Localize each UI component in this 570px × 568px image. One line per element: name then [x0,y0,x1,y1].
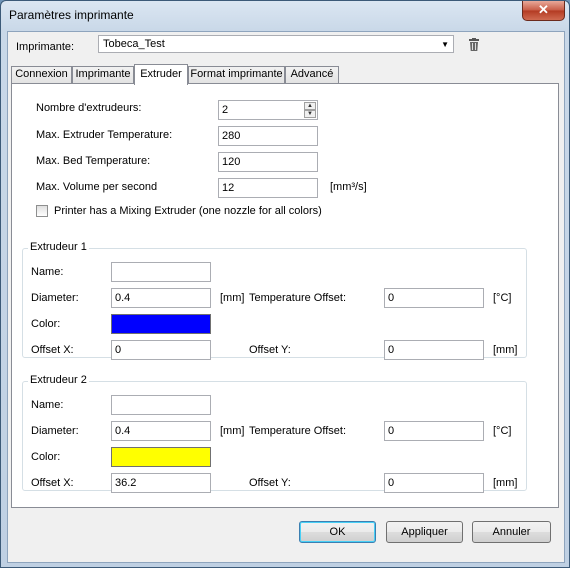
tab-imprimante[interactable]: Imprimante [72,66,134,83]
ok-button[interactable]: OK [299,521,376,543]
window-title: Paramètres imprimante [9,8,134,22]
extruder-1-color-swatch[interactable] [111,314,211,334]
extruder-1-offset-x-input[interactable]: 0 [111,340,211,360]
mixing-extruder-checkbox[interactable] [36,205,48,217]
extruder-2-title: Extrudeur 2 [28,374,89,386]
max-bed-temp-label: Max. Bed Temperature: [36,155,151,167]
extruder-1-diameter-label: Diameter: [31,292,79,304]
extruder-1-diameter-unit: [mm] [220,292,245,304]
extruder-2-offset-x-label: Offset X: [31,477,74,489]
max-extruder-temp-label: Max. Extruder Temperature: [36,129,173,141]
extruder-1-name-input[interactable] [111,262,211,282]
printer-label: Imprimante: [16,41,75,53]
max-volume-input[interactable]: 12 [218,178,318,198]
num-extruders-spinner[interactable]: 2 ▲ ▼ [218,100,318,120]
extruder-2-group: Extrudeur 2 Name: Diameter: 0.4 [mm] Tem… [22,374,527,493]
extruder-1-offset-unit: [mm] [493,344,518,356]
extruder-1-offset-x-label: Offset X: [31,344,74,356]
extruder-1-offset-y-label: Offset Y: [249,344,291,356]
extruder-2-color-swatch[interactable] [111,447,211,467]
extruder-tab-panel: Nombre d'extrudeurs: 2 ▲ ▼ Max. Extruder… [11,83,559,508]
printer-settings-window: Paramètres imprimante ✕ Imprimante: Tobe… [0,0,570,568]
apply-button[interactable]: Appliquer [386,521,463,543]
extruder-1-temp-offset-input[interactable]: 0 [384,288,484,308]
num-extruders-label: Nombre d'extrudeurs: [36,102,142,114]
tab-connexion[interactable]: Connexion [11,66,72,83]
extruder-2-temp-offset-input[interactable]: 0 [384,421,484,441]
extruder-1-offset-y-input[interactable]: 0 [384,340,484,360]
extruder-1-title: Extrudeur 1 [28,241,89,253]
dialog-client-area: Imprimante: Tobeca_Test ▼ Connexion Impr… [7,31,565,563]
extruder-2-diameter-label: Diameter: [31,425,79,437]
max-volume-unit: [mm³/s] [330,181,367,193]
printer-select-value: Tobeca_Test [103,38,165,50]
printer-select[interactable]: Tobeca_Test ▼ [98,35,454,53]
extruder-2-offset-y-label: Offset Y: [249,477,291,489]
tab-advance[interactable]: Advancé [285,66,339,83]
spin-up-icon[interactable]: ▲ [304,102,316,110]
cancel-button[interactable]: Annuler [472,521,551,543]
extruder-2-name-label: Name: [31,399,64,411]
extruder-2-temp-offset-unit: [°C] [493,425,512,437]
trash-icon[interactable] [468,38,480,52]
max-bed-temp-input[interactable]: 120 [218,152,318,172]
extruder-2-diameter-input[interactable]: 0.4 [111,421,211,441]
extruder-2-offset-unit: [mm] [493,477,518,489]
max-volume-label: Max. Volume per second [36,181,158,193]
tab-format-imprimante[interactable]: Format imprimante [188,66,285,83]
extruder-1-temp-offset-label: Temperature Offset: [249,292,347,304]
extruder-1-color-label: Color: [31,318,61,330]
extruder-2-color-label: Color: [31,451,61,463]
extruder-1-temp-offset-unit: [°C] [493,292,512,304]
extruder-2-diameter-unit: [mm] [220,425,245,437]
extruder-2-temp-offset-label: Temperature Offset: [249,425,347,437]
extruder-2-name-input[interactable] [111,395,211,415]
mixing-extruder-label[interactable]: Printer has a Mixing Extruder (one nozzl… [54,205,322,217]
max-extruder-temp-input[interactable]: 280 [218,126,318,146]
chevron-down-icon: ▼ [441,40,449,49]
extruder-2-offset-y-input[interactable]: 0 [384,473,484,493]
title-bar[interactable]: Paramètres imprimante ✕ [1,1,569,31]
extruder-2-offset-x-input[interactable]: 36.2 [111,473,211,493]
extruder-1-diameter-input[interactable]: 0.4 [111,288,211,308]
tab-extruder[interactable]: Extruder [134,64,188,85]
extruder-1-group: Extrudeur 1 Name: Diameter: 0.4 [mm] Tem… [22,241,527,360]
num-extruders-value: 2 [222,104,229,116]
close-icon[interactable]: ✕ [522,1,565,21]
extruder-1-name-label: Name: [31,266,64,278]
spin-down-icon[interactable]: ▼ [304,110,316,118]
